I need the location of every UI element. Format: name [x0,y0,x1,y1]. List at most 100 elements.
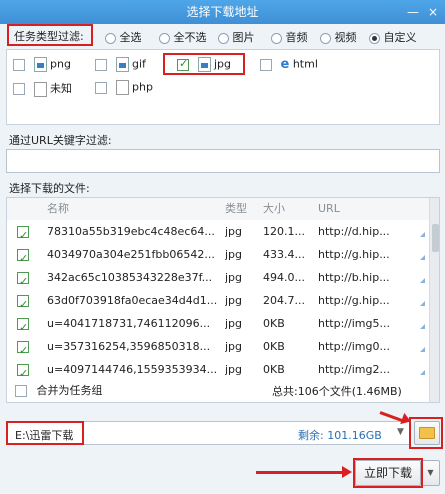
files-label: 选择下载的文件: [9,182,90,195]
file-name-cell: 342ac65c10385343228e37f... [47,271,213,284]
file-name-cell: u=4041718731,746112096... [47,317,211,330]
table-footer: 合并为任务组 总共:106个文件(1.46MB) [7,376,429,402]
free-space-label: 剩余: 101.16GB [298,429,382,442]
jpg-checkbox[interactable] [177,57,189,71]
minimize-button[interactable]: — [404,3,422,21]
type-php[interactable]: php [95,80,153,95]
html-checkbox[interactable] [260,58,272,71]
file-type-cell: jpg [225,271,243,284]
radio-select-none[interactable]: 全不选 [159,29,207,45]
file-name-cell: 4034970a304e251fbb06542... [47,248,215,261]
row-checkbox[interactable] [17,289,29,312]
file-size-cell: 0KB [263,340,285,353]
resize-corner-icon [420,255,425,260]
resize-corner-icon [420,347,425,352]
file-url-cell: http://b.hip... [318,271,390,284]
table-row[interactable]: u=357316254,3596850318... jpg 0KB http://im… [7,335,429,358]
file-size-cell: 204.7... [263,294,305,307]
radio-custom[interactable]: 自定义 [369,29,417,45]
url-filter-label: 通过URL关键字过滤: [9,134,112,147]
file-url-cell: http://img5... [318,317,390,330]
file-size-cell: 433.4... [263,248,305,261]
resize-corner-icon [420,370,425,375]
save-path-highlight [6,421,84,445]
download-annotation-arrow [256,471,344,474]
path-dropdown-icon[interactable]: ▼ [397,427,404,437]
file-total-summary: 总共:106个文件(1.46MB) [272,385,402,398]
row-checkbox[interactable] [17,220,29,243]
download-button-highlight [353,458,423,488]
file-type-cell: jpg [225,317,243,330]
vertical-scrollbar[interactable] [429,198,439,402]
table-row[interactable]: u=4041718731,746112096... jpg 0KB http://im… [7,312,429,335]
table-row[interactable]: 342ac65c10385343228e37f... jpg 494.0... htt… [7,266,429,289]
close-button[interactable]: × [424,3,442,21]
resize-corner-icon [420,278,425,283]
file-url-cell: http://d.hip... [318,225,390,238]
type-html[interactable]: e html [260,57,318,72]
type-gif[interactable]: gif [95,57,146,72]
column-header-type[interactable]: 类型 [225,198,247,220]
file-size-cell: 0KB [263,317,285,330]
table-row[interactable]: 78310a55b319ebc4c48ec64... jpg 120.1... htt… [7,220,429,243]
file-type-cell: jpg [225,340,243,353]
file-type-panel: png gif jpg e html 未知 php [6,49,440,125]
file-type-cell: jpg [225,248,243,261]
image-file-icon [115,57,129,72]
close-icon: × [427,5,439,19]
merge-group-option[interactable]: 合并为任务组 [15,382,103,398]
table-body: 78310a55b319ebc4c48ec64... jpg 120.1... htt… [7,220,429,385]
file-url-cell: http://g.hip... [318,248,390,261]
url-filter-input[interactable] [6,149,440,173]
row-checkbox[interactable] [17,312,29,335]
file-type-cell: jpg [225,294,243,307]
type-filter-bar: 任务类型过滤: 全选 全不选 图片 音频 视频 自定义 [6,24,440,48]
download-options-button[interactable]: ▼ [421,460,440,486]
file-size-cell: 494.0... [263,271,305,284]
chevron-down-icon: ▼ [427,468,434,477]
file-name-cell: 63d0f703918fa0ecae34d4d1... [47,294,218,307]
folder-button-highlight [409,417,443,449]
file-name-cell: u=357316254,3596850318... [47,340,211,353]
radio-audio[interactable]: 音频 [271,29,308,45]
php-checkbox[interactable] [95,81,107,94]
resize-corner-icon [420,232,425,237]
png-checkbox[interactable] [13,58,25,71]
file-size-cell: 120.1... [263,225,305,238]
type-unknown[interactable]: 未知 [13,80,72,97]
ie-browser-icon: e [280,57,290,72]
image-file-icon [197,57,211,72]
radio-select-all[interactable]: 全选 [105,29,142,45]
column-header-name[interactable]: 名称 [47,198,69,220]
row-checkbox[interactable] [17,243,29,266]
file-type-cell: jpg [225,225,243,238]
column-header-url[interactable]: URL [318,198,340,220]
type-png[interactable]: png [13,57,71,72]
minimize-icon: — [407,5,419,19]
file-list-table: 名称 类型 大小 URL 78310a55b319ebc4c48ec64... j… [6,197,440,403]
radio-video[interactable]: 视频 [320,29,357,45]
merge-group-checkbox[interactable] [15,385,27,397]
radio-images[interactable]: 图片 [218,29,255,45]
unknown-checkbox[interactable] [13,83,25,95]
type-filter-label: 任务类型过滤: [14,30,84,43]
window-title: 选择下载地址 [186,5,259,19]
image-file-icon [33,57,47,72]
resize-corner-icon [420,301,425,306]
file-name-cell: 78310a55b319ebc4c48ec64... [47,225,215,238]
row-checkbox[interactable] [17,335,29,358]
row-checkbox[interactable] [17,266,29,289]
file-url-cell: http://img0... [318,340,390,353]
text-file-icon [33,81,47,97]
title-bar: 选择下载地址 [0,0,445,24]
download-arrow-head [342,466,352,478]
table-row[interactable]: 4034970a304e251fbb06542... jpg 433.4... htt… [7,243,429,266]
gif-checkbox[interactable] [95,58,107,71]
table-row[interactable]: 63d0f703918fa0ecae34d4d1... jpg 204.7... ht… [7,289,429,312]
type-jpg[interactable]: jpg [177,57,231,72]
column-header-size[interactable]: 大小 [263,198,285,220]
table-header: 名称 类型 大小 URL [7,198,429,220]
blank-file-icon [115,80,129,95]
resize-corner-icon [420,324,425,329]
scrollbar-thumb[interactable] [432,224,439,252]
